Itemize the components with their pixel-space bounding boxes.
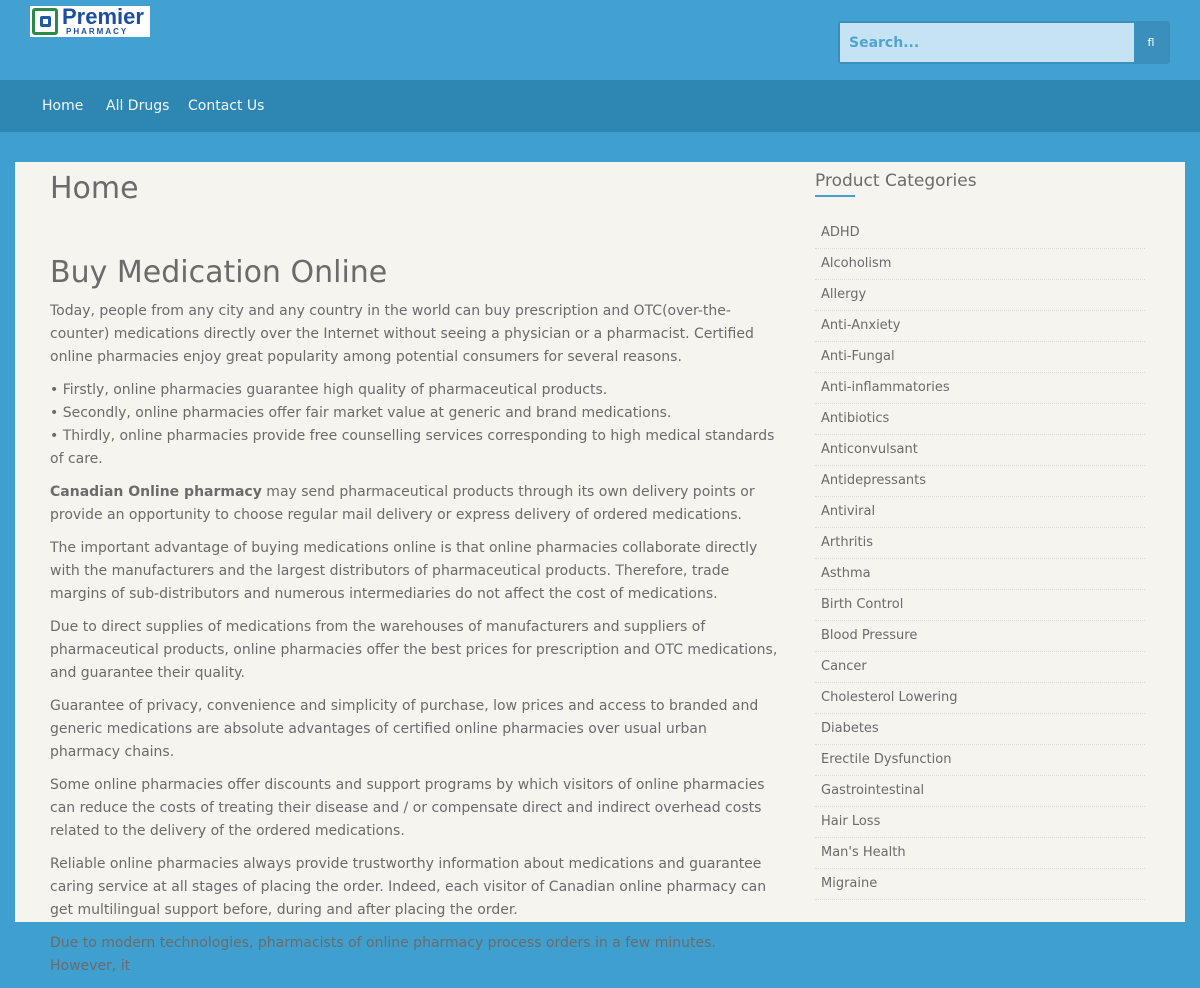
category-item[interactable]: Arthritis — [815, 528, 1145, 559]
logo-mark-icon — [32, 8, 58, 35]
sidebar-title-underline — [815, 195, 855, 197]
logo-subtitle: PHARMACY — [66, 27, 129, 36]
category-item[interactable]: Man's Health — [815, 838, 1145, 869]
search-input[interactable] — [840, 23, 1134, 62]
category-item[interactable]: Antiviral — [815, 497, 1145, 528]
bullet-item: • Secondly, online pharmacies offer fair… — [50, 405, 672, 421]
category-item[interactable]: Alcoholism — [815, 249, 1145, 280]
category-item[interactable]: Antidepressants — [815, 466, 1145, 497]
site-logo[interactable]: Premier PHARMACY — [30, 6, 150, 37]
category-item[interactable]: Allergy — [815, 280, 1145, 311]
category-item[interactable]: Diabetes — [815, 714, 1145, 745]
category-item[interactable]: Asthma — [815, 559, 1145, 590]
category-list: ADHD Alcoholism Allergy Anti-Anxiety Ant… — [815, 218, 1145, 900]
bullet-item: • Firstly, online pharmacies guarantee h… — [50, 382, 608, 398]
sidebar-title: Product Categories — [815, 171, 977, 191]
category-item[interactable]: Antibiotics — [815, 404, 1145, 435]
category-item[interactable]: Cancer — [815, 652, 1145, 683]
article-intro: Today, people from any city and any coun… — [50, 303, 754, 365]
article-body: Today, people from any city and any coun… — [50, 300, 780, 988]
article-paragraph: The important advantage of buying medica… — [50, 540, 758, 602]
category-item[interactable]: Blood Pressure — [815, 621, 1145, 652]
category-item[interactable]: Migraine — [815, 869, 1145, 900]
nav-item-home[interactable]: Home — [42, 80, 83, 132]
page-title: Home — [50, 171, 139, 206]
category-item[interactable]: Anti-Anxiety — [815, 311, 1145, 342]
logo-title: Premier — [62, 4, 144, 29]
site-header: Premier PHARMACY fl — [0, 0, 1200, 80]
category-item[interactable]: Erectile Dysfunction — [815, 745, 1145, 776]
category-item[interactable]: ADHD — [815, 218, 1145, 249]
article-paragraph: Some online pharmacies offer discounts a… — [50, 777, 765, 839]
search-form: fl — [838, 21, 1170, 64]
search-icon: fl — [1147, 36, 1155, 49]
category-item[interactable]: Gastrointestinal — [815, 776, 1145, 807]
search-button[interactable]: fl — [1134, 23, 1168, 62]
content-card: Home Buy Medication Online Today, people… — [15, 162, 1185, 974]
category-item[interactable]: Anti-inflammatories — [815, 373, 1145, 404]
nav-item-contact-us[interactable]: Contact Us — [188, 80, 264, 132]
main-navigation: Home All Drugs Contact Us — [0, 80, 1200, 132]
category-item[interactable]: Birth Control — [815, 590, 1145, 621]
article-delivery-paragraph: Canadian Online pharmacy may send pharma… — [50, 481, 780, 527]
article-bullets: • Firstly, online pharmacies guarantee h… — [50, 379, 780, 471]
bullet-item: • Thirdly, online pharmacies provide fre… — [50, 428, 775, 467]
article-paragraph: Due to direct supplies of medications fr… — [50, 619, 778, 681]
category-item[interactable]: Cholesterol Lowering — [815, 683, 1145, 714]
delivery-bold-text: Canadian Online pharmacy — [50, 484, 262, 500]
article-heading: Buy Medication Online — [50, 255, 388, 290]
article-paragraph: Guarantee of privacy, convenience and si… — [50, 698, 759, 760]
category-item[interactable]: Hair Loss — [815, 807, 1145, 838]
article-paragraph: Reliable online pharmacies always provid… — [50, 856, 767, 918]
article-paragraph: Due to modern technologies, pharmacists … — [50, 935, 716, 974]
category-item[interactable]: Anti-Fungal — [815, 342, 1145, 373]
category-item[interactable]: Anticonvulsant — [815, 435, 1145, 466]
nav-item-all-drugs[interactable]: All Drugs — [106, 80, 169, 132]
